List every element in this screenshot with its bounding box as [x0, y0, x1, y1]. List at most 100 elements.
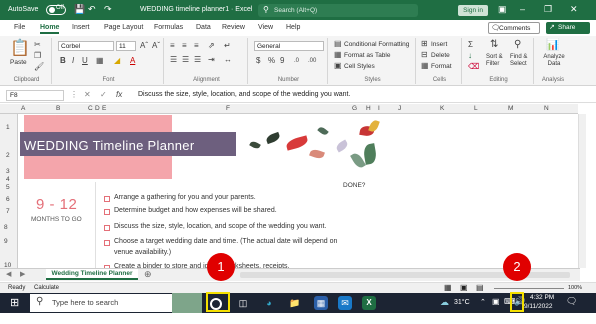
column-header[interactable]: C	[88, 105, 93, 112]
next-sheet-icon[interactable]: ▶	[20, 270, 25, 278]
cell-styles-button[interactable]: Cell Styles	[344, 62, 375, 71]
row-header[interactable]: 5	[6, 184, 10, 191]
find-select-button[interactable]: Find & Select	[510, 54, 532, 68]
copy-icon[interactable]: ❐	[34, 51, 41, 61]
underline-icon[interactable]: U	[82, 56, 88, 66]
column-header[interactable]: H	[366, 105, 371, 112]
comments-button[interactable]: 🗨 Comments	[488, 22, 540, 34]
row-header[interactable]: 8	[4, 224, 8, 231]
windows-start-icon[interactable]: ⊞	[10, 296, 19, 309]
row-header[interactable]: 2	[6, 152, 10, 159]
format-cells-button[interactable]: Format	[431, 62, 452, 71]
column-header[interactable]: L	[474, 105, 478, 112]
fill-icon[interactable]: ↓	[468, 51, 472, 61]
bold-icon[interactable]: B	[60, 56, 66, 66]
tab-page-layout[interactable]: Page Layout	[104, 24, 143, 31]
task-item[interactable]: Discuss the size, style, location, and s…	[114, 222, 326, 232]
undo-icon[interactable]: ↶	[88, 4, 96, 15]
delete-cells-button[interactable]: Delete	[431, 51, 450, 60]
ribbon-display-icon[interactable]: ▣	[498, 4, 507, 15]
tab-help[interactable]: Help	[286, 24, 300, 31]
number-format-select[interactable]: General	[254, 41, 324, 51]
task-item[interactable]: Arrange a gathering for you and your par…	[114, 193, 256, 203]
merge-center-icon[interactable]: ↔	[224, 55, 232, 65]
notifications-icon[interactable]: 🗨	[566, 296, 577, 307]
column-header[interactable]: K	[440, 105, 444, 112]
more-options-icon[interactable]: ⋮	[70, 90, 78, 99]
task-item[interactable]: Choose a target wedding date and time. (…	[114, 237, 337, 247]
show-hidden-icons[interactable]: ⌃	[480, 298, 486, 306]
cut-icon[interactable]: ✂	[34, 40, 41, 50]
edge-icon[interactable]: ◕	[262, 296, 276, 310]
decrease-decimal-icon[interactable]: .00	[308, 56, 316, 66]
share-button[interactable]: ↗ Share	[546, 22, 590, 34]
column-header[interactable]: E	[102, 105, 106, 112]
taskbar-widget-image[interactable]	[172, 293, 202, 313]
task-item[interactable]: Determine budget and how expenses will b…	[114, 206, 277, 216]
tab-data[interactable]: Data	[196, 24, 211, 31]
enter-icon[interactable]: ✓	[100, 90, 107, 99]
planner-title[interactable]: WEDDING Timeline Planner	[24, 138, 194, 153]
calculate-button[interactable]: Calculate	[34, 285, 59, 291]
increase-font-icon[interactable]: Aˆ	[140, 41, 148, 51]
task-checkbox[interactable]	[104, 240, 110, 246]
format-as-table-button[interactable]: Format as Table	[344, 51, 390, 60]
tab-home[interactable]: Home	[40, 24, 60, 34]
sign-in-button[interactable]: Sign in	[458, 5, 488, 16]
redo-icon[interactable]: ↷	[104, 4, 112, 15]
save-icon[interactable]: 💾	[74, 4, 85, 15]
normal-view-icon[interactable]: ▦	[444, 283, 452, 292]
page-layout-view-icon[interactable]: ▣	[460, 283, 468, 292]
column-header[interactable]: N	[544, 105, 549, 112]
clock-date[interactable]: 9/11/2022	[524, 303, 552, 310]
tab-insert[interactable]: Insert	[72, 24, 90, 31]
prev-sheet-icon[interactable]: ◀	[6, 270, 11, 278]
clock-time[interactable]: 4:32 PM	[530, 294, 554, 301]
cancel-icon[interactable]: ✕	[84, 90, 91, 99]
align-bottom-icon[interactable]: ≡	[194, 41, 199, 51]
clear-icon[interactable]: ⌫	[468, 62, 479, 72]
restore-icon[interactable]: ❐	[544, 4, 552, 15]
tab-view[interactable]: View	[258, 24, 273, 31]
column-header[interactable]: A	[21, 105, 25, 112]
comma-icon[interactable]: 9	[280, 56, 284, 66]
vertical-scrollbar[interactable]	[578, 114, 586, 268]
borders-icon[interactable]: ▦	[96, 56, 104, 66]
column-header[interactable]: G	[352, 105, 357, 112]
zoom-slider[interactable]	[494, 288, 564, 289]
analyze-data-button[interactable]: Analyze Data	[539, 54, 569, 68]
months-range[interactable]: 9 - 12	[36, 196, 77, 213]
indent-icon[interactable]: ⇥	[208, 55, 215, 65]
weather-icon[interactable]: ☁	[440, 297, 449, 308]
font-size-select[interactable]: 11	[116, 41, 136, 51]
formula-input[interactable]: Discuss the size, style, location, and s…	[138, 90, 350, 100]
column-header[interactable]: I	[378, 105, 380, 112]
column-header[interactable]: J	[398, 105, 401, 112]
mail-icon[interactable]: ✉	[338, 296, 352, 310]
format-painter-icon[interactable]: 🖌	[34, 62, 44, 72]
wrap-text-icon[interactable]: ↵	[224, 41, 231, 51]
align-right-icon[interactable]: ☰	[194, 55, 201, 65]
column-header[interactable]: D	[95, 105, 100, 112]
sort-filter-button[interactable]: Sort & Filter	[486, 54, 508, 68]
row-header[interactable]: 6	[6, 196, 10, 203]
row-header[interactable]: 4	[6, 176, 10, 183]
column-header[interactable]: F	[226, 105, 230, 112]
row-header[interactable]: 9	[4, 238, 8, 245]
paste-icon[interactable]: 📋	[10, 40, 30, 58]
task-item-continued[interactable]: venue availability.)	[114, 248, 171, 258]
task-view-icon[interactable]: ◫	[236, 296, 250, 310]
increase-decimal-icon[interactable]: .0	[294, 56, 299, 66]
network-icon[interactable]: ▣	[492, 297, 500, 306]
tab-review[interactable]: Review	[222, 24, 245, 31]
column-header[interactable]: B	[56, 105, 60, 112]
tab-formulas[interactable]: Formulas	[154, 24, 183, 31]
store-icon[interactable]: ▦	[314, 296, 328, 310]
font-color-icon[interactable]: A	[130, 56, 135, 66]
search-box[interactable]: ⚲ Search (Alt+Q)	[258, 4, 418, 17]
insert-function-icon[interactable]: fx	[116, 90, 122, 99]
add-sheet-icon[interactable]: ⊕	[144, 269, 152, 280]
file-explorer-icon[interactable]: 📁	[288, 296, 302, 310]
fill-color-icon[interactable]: ◢	[114, 56, 120, 66]
task-checkbox[interactable]	[104, 209, 110, 215]
